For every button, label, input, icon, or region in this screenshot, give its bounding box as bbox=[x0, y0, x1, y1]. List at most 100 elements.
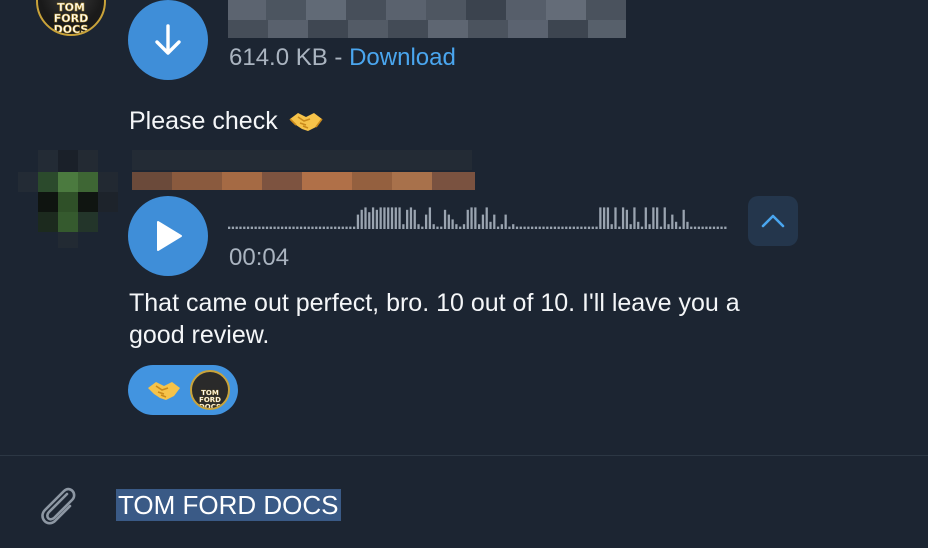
waveform-bar bbox=[254, 226, 257, 229]
reactor-avatar-text: TOM FORD DOCS bbox=[198, 389, 222, 410]
waveform-bar bbox=[387, 207, 390, 229]
waveform-bar bbox=[413, 209, 416, 229]
expand-button[interactable] bbox=[748, 196, 798, 246]
waveform-bar bbox=[356, 214, 360, 229]
waveform-bar bbox=[572, 226, 575, 229]
waveform-bar bbox=[299, 226, 303, 229]
waveform-bar bbox=[341, 226, 344, 229]
waveform-bar bbox=[394, 207, 397, 229]
reaction-pill[interactable]: TOM FORD DOCS bbox=[128, 365, 238, 415]
waveform-bar bbox=[512, 224, 515, 229]
waveform-bar bbox=[515, 226, 519, 229]
waveform-bar bbox=[546, 226, 549, 229]
waveform-bar bbox=[417, 224, 420, 229]
transcript-line-1: That came out perfect, bro. 10 out of 10… bbox=[129, 289, 740, 317]
handshake-emoji-icon bbox=[148, 382, 180, 400]
waveform-bar bbox=[614, 207, 617, 229]
waveform-bar bbox=[474, 207, 477, 229]
waveform-bar bbox=[648, 224, 651, 229]
waveform-bar bbox=[493, 214, 496, 229]
waveform-bar bbox=[610, 224, 613, 229]
download-button[interactable] bbox=[128, 0, 208, 80]
chevron-up-icon bbox=[761, 214, 785, 228]
waveform-bar bbox=[337, 226, 341, 229]
waveform-bar bbox=[705, 226, 708, 229]
waveform-bar bbox=[447, 214, 450, 229]
waveform-bar bbox=[716, 226, 719, 229]
waveform-bar bbox=[504, 214, 507, 229]
reactor-avatar: TOM FORD DOCS bbox=[190, 370, 230, 410]
waveform-bar bbox=[406, 209, 409, 229]
waveform-bar bbox=[379, 207, 382, 229]
waveform-bar bbox=[402, 224, 405, 229]
waveform-bar bbox=[712, 226, 716, 229]
file-meta: 614.0 KB - Download bbox=[229, 44, 456, 72]
waveform-bar bbox=[432, 224, 435, 229]
waveform-bar bbox=[398, 207, 401, 229]
waveform-bar bbox=[640, 226, 644, 229]
waveform-bar bbox=[269, 226, 272, 229]
waveform-bar bbox=[587, 226, 591, 229]
handshake-emoji-icon bbox=[289, 113, 323, 131]
download-link[interactable]: Download bbox=[349, 44, 456, 71]
waveform-bar bbox=[508, 226, 511, 229]
waveform-bar bbox=[720, 226, 723, 229]
waveform-bar bbox=[674, 221, 678, 229]
waveform-bar bbox=[534, 226, 538, 229]
voice-duration: 00:04 bbox=[229, 244, 290, 271]
waveform-bar bbox=[565, 226, 568, 229]
waveform-bar bbox=[231, 226, 235, 229]
waveform-bar bbox=[599, 207, 602, 229]
waveform-bar bbox=[443, 209, 447, 229]
waveform-bar bbox=[697, 226, 700, 229]
waveform-bar bbox=[368, 212, 371, 229]
waveform-bar bbox=[296, 226, 299, 229]
paperclip-icon[interactable] bbox=[34, 480, 82, 530]
waveform-bar bbox=[243, 226, 246, 229]
waveform-bar bbox=[568, 226, 572, 229]
waveform-bar bbox=[360, 209, 363, 229]
waveform-bar bbox=[690, 226, 693, 229]
waveform-bar bbox=[701, 226, 704, 229]
waveform-bar bbox=[235, 226, 238, 229]
waveform-bar bbox=[629, 224, 632, 229]
waveform-bar bbox=[428, 207, 432, 229]
waveform-bar bbox=[315, 226, 318, 229]
waveform-bar bbox=[273, 226, 276, 229]
waveform-bar bbox=[553, 226, 557, 229]
waveform-bar bbox=[724, 226, 727, 229]
waveform-bar bbox=[390, 207, 394, 229]
waveform-bar bbox=[644, 207, 647, 229]
waveform-bar bbox=[258, 226, 261, 229]
waveform-bar bbox=[481, 214, 485, 229]
waveform-bar bbox=[478, 224, 481, 229]
waveform-bar bbox=[678, 226, 682, 229]
voice-waveform[interactable] bbox=[228, 205, 728, 235]
waveform-bar bbox=[561, 226, 564, 229]
waveform-bar bbox=[595, 226, 598, 229]
sender-avatar-redacted[interactable] bbox=[18, 150, 118, 250]
waveform-bar bbox=[451, 219, 454, 229]
sender-name-redacted[interactable] bbox=[132, 150, 477, 192]
waveform-bar bbox=[633, 207, 636, 229]
waveform-bar bbox=[523, 226, 526, 229]
file-size: 614.0 KB bbox=[229, 44, 328, 71]
waveform-bar bbox=[284, 226, 288, 229]
composer-input-text[interactable]: TOM FORD DOCS bbox=[116, 489, 341, 521]
waveform-bar bbox=[709, 226, 712, 229]
waveform-bar bbox=[542, 226, 545, 229]
message-caption: Please check bbox=[129, 105, 324, 137]
sender-avatar[interactable]: TOM FORD DOCS bbox=[36, 0, 106, 36]
waveform-bar bbox=[364, 207, 367, 229]
waveform-bar bbox=[228, 226, 231, 229]
waveform-bar bbox=[663, 207, 666, 229]
waveform-bar bbox=[239, 226, 242, 229]
caption-text: Please check bbox=[129, 107, 278, 135]
waveform-bar bbox=[671, 214, 674, 229]
waveform-bar bbox=[625, 209, 628, 229]
waveform-bar bbox=[375, 209, 378, 229]
play-button[interactable] bbox=[128, 196, 208, 276]
waveform-bar bbox=[527, 226, 530, 229]
waveform-bar bbox=[496, 226, 500, 229]
waveform-bar bbox=[485, 207, 488, 229]
